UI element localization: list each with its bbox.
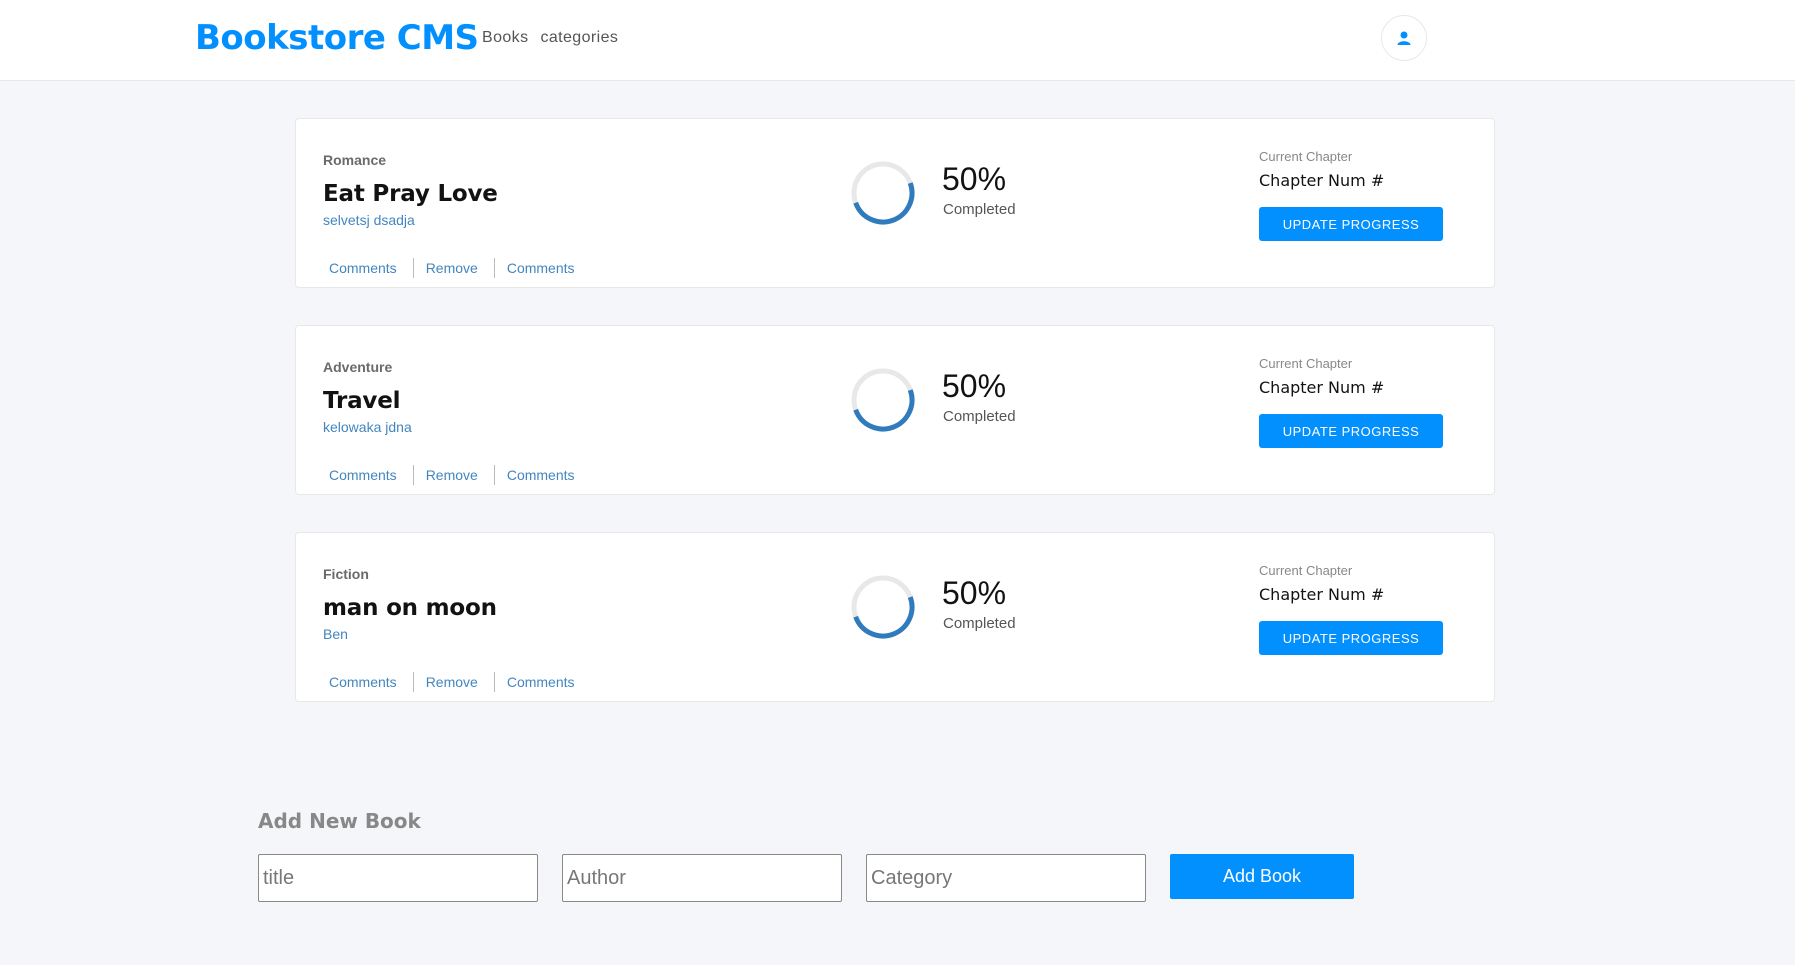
- action-divider: [412, 465, 414, 485]
- nav-categories[interactable]: categories: [540, 29, 618, 47]
- progress-ring-fill: [851, 161, 915, 225]
- action-divider: [493, 258, 495, 278]
- current-chapter: Chapter Num #: [1259, 378, 1385, 397]
- remove-button[interactable]: Remove: [420, 260, 484, 276]
- progress-percent: 50%: [942, 368, 1007, 404]
- edit-button[interactable]: Comments: [501, 674, 581, 690]
- book-category: Romance: [323, 152, 387, 168]
- header: Bookstore CMS Books categories: [0, 0, 1795, 81]
- progress-label: Completed: [943, 615, 1016, 632]
- edit-button[interactable]: Comments: [501, 467, 581, 483]
- progress-ring-fill: [851, 575, 915, 639]
- current-chapter-label: Current Chapter: [1259, 356, 1353, 371]
- update-progress-button[interactable]: UPDATE PROGRESS: [1259, 621, 1443, 655]
- action-divider: [493, 672, 495, 692]
- book-category: Fiction: [323, 566, 369, 582]
- edit-button[interactable]: Comments: [501, 260, 581, 276]
- book-author[interactable]: kelowaka jdna: [323, 419, 412, 435]
- book-author[interactable]: selvetsj dsadja: [323, 212, 415, 228]
- title-input[interactable]: [258, 854, 538, 902]
- progress-label: Completed: [943, 408, 1016, 425]
- nav-books[interactable]: Books: [482, 29, 528, 47]
- book-title: Eat Pray Love: [323, 181, 498, 207]
- author-input[interactable]: [562, 854, 842, 902]
- progress-percent: 50%: [942, 161, 1007, 197]
- progress-ring-fill: [851, 368, 915, 432]
- book-list: Romance Eat Pray Love selvetsj dsadja Co…: [295, 118, 1495, 739]
- book-card: Fiction man on moon Ben Comments Remove …: [295, 532, 1495, 702]
- user-icon: [1397, 31, 1411, 45]
- progress-ring: [851, 575, 915, 639]
- remove-button[interactable]: Remove: [420, 674, 484, 690]
- book-category: Adventure: [323, 359, 393, 375]
- progress-percent: 50%: [942, 575, 1007, 611]
- book-title: Travel: [323, 388, 401, 414]
- current-chapter-label: Current Chapter: [1259, 563, 1353, 578]
- progress-ring: [851, 161, 915, 225]
- progress-ring: [851, 368, 915, 432]
- category-input[interactable]: [866, 854, 1146, 902]
- progress-label: Completed: [943, 201, 1016, 218]
- update-progress-button[interactable]: UPDATE PROGRESS: [1259, 207, 1443, 241]
- comments-button[interactable]: Comments: [323, 467, 403, 483]
- action-divider: [493, 465, 495, 485]
- book-card: Adventure Travel kelowaka jdna Comments …: [295, 325, 1495, 495]
- action-divider: [412, 672, 414, 692]
- book-author[interactable]: Ben: [323, 626, 348, 642]
- current-chapter: Chapter Num #: [1259, 171, 1385, 190]
- add-book-heading: Add New Book: [258, 809, 421, 833]
- current-chapter: Chapter Num #: [1259, 585, 1385, 604]
- book-card: Romance Eat Pray Love selvetsj dsadja Co…: [295, 118, 1495, 288]
- update-progress-button[interactable]: UPDATE PROGRESS: [1259, 414, 1443, 448]
- add-book-button[interactable]: Add Book: [1170, 854, 1354, 899]
- action-divider: [412, 258, 414, 278]
- main-nav: Books categories: [482, 29, 618, 47]
- remove-button[interactable]: Remove: [420, 467, 484, 483]
- book-actions: Comments Remove Comments: [323, 258, 581, 278]
- current-chapter-label: Current Chapter: [1259, 149, 1353, 164]
- book-actions: Comments Remove Comments: [323, 465, 581, 485]
- book-title: man on moon: [323, 595, 497, 621]
- user-profile-button[interactable]: [1381, 15, 1427, 61]
- comments-button[interactable]: Comments: [323, 260, 403, 276]
- comments-button[interactable]: Comments: [323, 674, 403, 690]
- app-logo[interactable]: Bookstore CMS: [195, 18, 479, 58]
- book-actions: Comments Remove Comments: [323, 672, 581, 692]
